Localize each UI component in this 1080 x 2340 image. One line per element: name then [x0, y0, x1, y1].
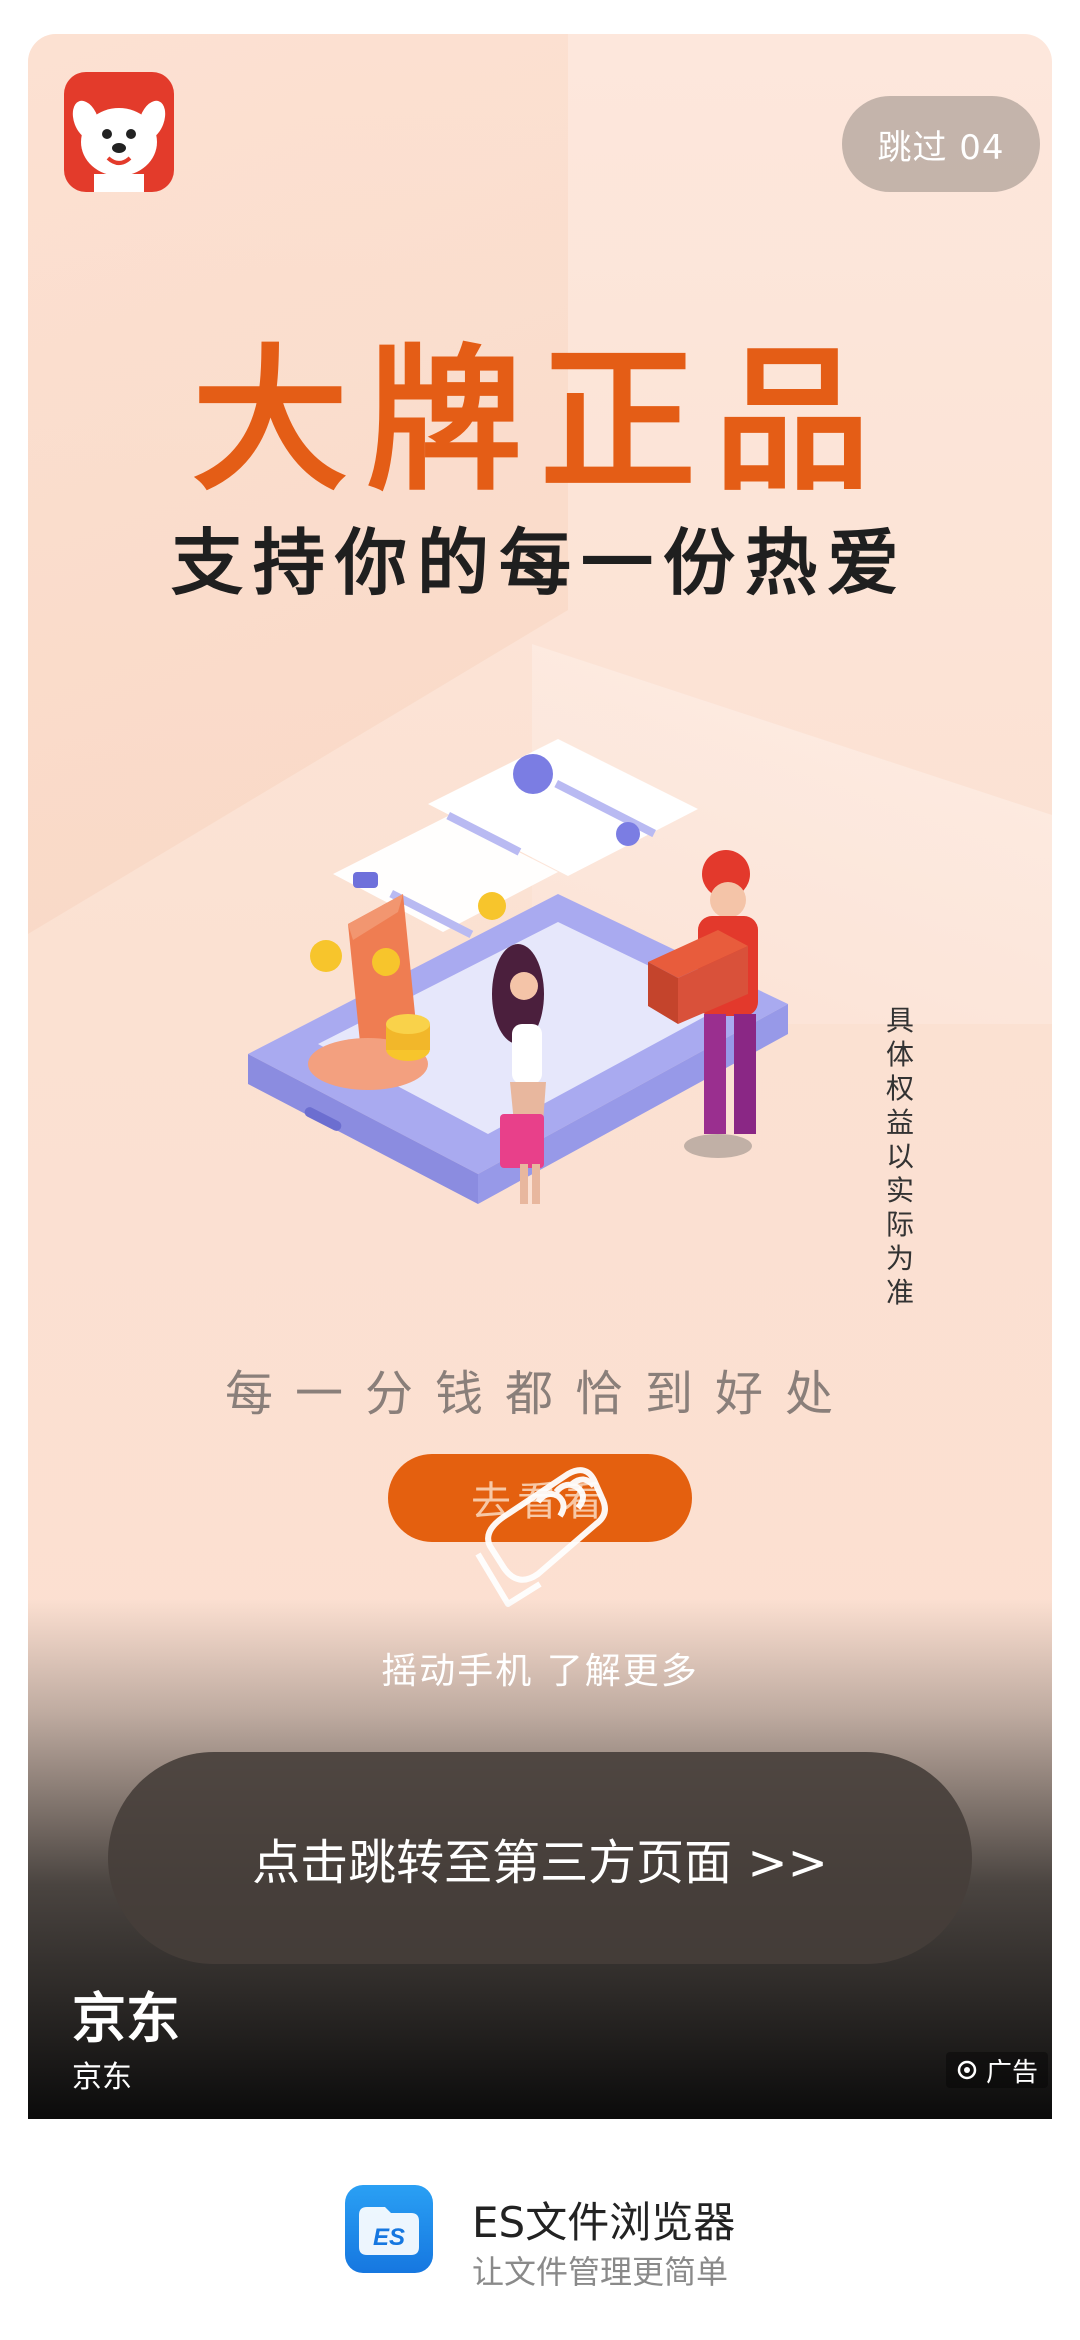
- splash-ad[interactable]: 跳过 04 大牌正品 支持你的每一份热爱 具体权益以实际为准 每一分钱都恰到好处…: [28, 34, 1052, 2119]
- app-tagline: 让文件管理更简单: [472, 2253, 729, 2291]
- disclaimer-vertical: 具体权益以实际为准: [885, 1004, 914, 1309]
- skip-button[interactable]: 跳过 04: [842, 96, 1040, 192]
- ad-headline: 大牌正品: [192, 330, 888, 512]
- shopping-illustration: [248, 739, 788, 1204]
- shake-hand-icon: [475, 1467, 608, 1607]
- app-footer: ES ES文件浏览器 让文件管理更简单: [0, 2119, 1080, 2340]
- app-name: ES文件浏览器: [472, 2198, 736, 2247]
- ad-tagline: 每一分钱都恰到好处: [224, 1366, 855, 1422]
- svg-text:ES: ES: [373, 2224, 405, 2251]
- ad-badge[interactable]: 广告: [945, 2052, 1048, 2088]
- ad-subheadline: 支持你的每一份热爱: [170, 521, 909, 605]
- shake-prompt: 摇动手机 了解更多: [381, 1651, 699, 1692]
- ad-badge-label: 广告: [985, 2057, 1038, 2088]
- es-file-explorer-icon: ES: [345, 2185, 433, 2273]
- advertiser-title: 京东: [72, 1987, 180, 2050]
- advertiser-subtitle: 京东: [72, 2060, 132, 2095]
- jump-to-third-party-button[interactable]: 点击跳转至第三方页面 >>: [108, 1752, 972, 1964]
- ad-target-icon: [957, 2060, 977, 2080]
- jd-dog-logo-icon: [64, 72, 174, 192]
